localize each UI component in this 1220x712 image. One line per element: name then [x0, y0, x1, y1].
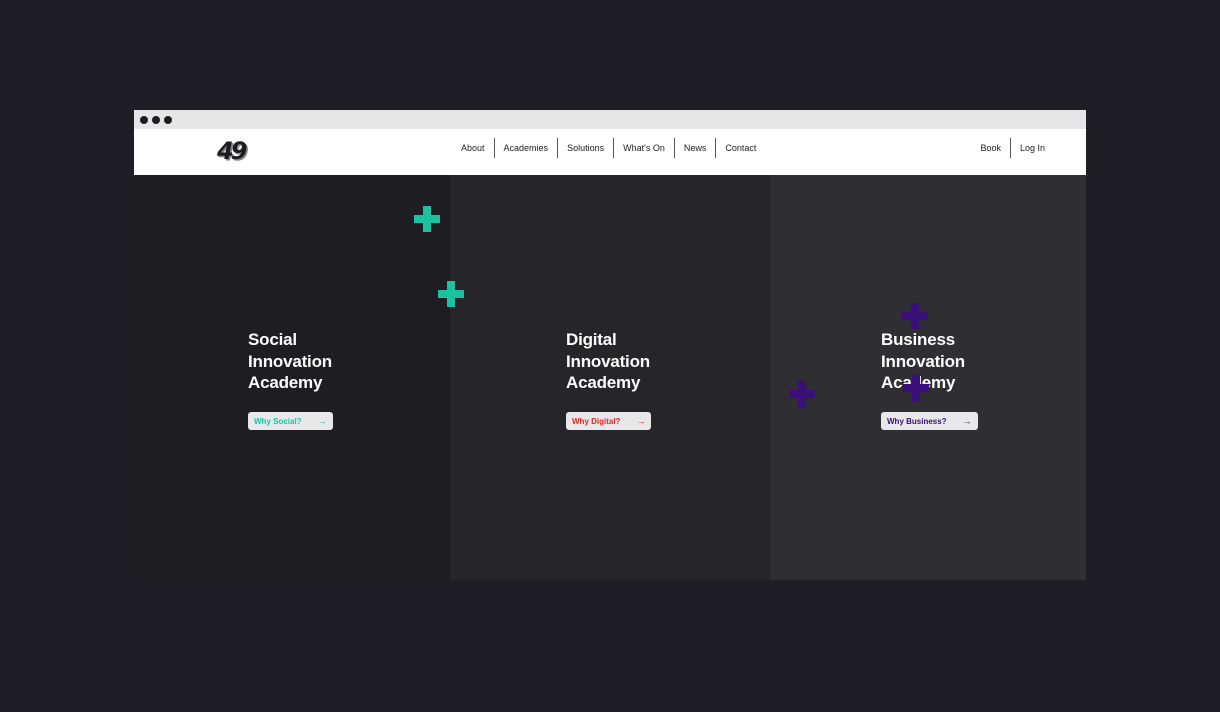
- title-line: Digital: [566, 330, 617, 349]
- title-line: Social: [248, 330, 297, 349]
- panel-title: Social Innovation Academy: [248, 329, 332, 394]
- plus-icon: [902, 303, 928, 329]
- digital-academy-panel[interactable]: Digital Innovation Academy Why Digital? …: [450, 175, 770, 580]
- why-social-button[interactable]: Why Social? →: [248, 412, 333, 430]
- social-academy-panel[interactable]: Social Innovation Academy Why Social? →: [134, 175, 450, 580]
- cta-label: Why Social?: [254, 416, 302, 426]
- close-dot-icon[interactable]: [140, 116, 148, 124]
- nav-link-news[interactable]: News: [675, 137, 716, 159]
- book-link[interactable]: Book: [971, 137, 1010, 159]
- site-logo[interactable]: 49: [217, 138, 247, 164]
- nav-link-academies[interactable]: Academies: [495, 137, 558, 159]
- account-nav: Book Log In: [971, 137, 1054, 159]
- title-line: Innovation: [566, 351, 650, 371]
- maximize-dot-icon[interactable]: [164, 116, 172, 124]
- title-line: Innovation: [248, 351, 332, 371]
- plus-icon: [438, 281, 464, 307]
- nav-link-solutions[interactable]: Solutions: [558, 137, 613, 159]
- main-nav: About Academies Solutions What's On News…: [452, 137, 765, 159]
- plus-icon: [903, 375, 929, 401]
- plus-icon: [789, 381, 815, 407]
- plus-icon: [414, 206, 440, 232]
- title-line: Academy: [248, 373, 323, 392]
- why-digital-button[interactable]: Why Digital? →: [566, 412, 652, 430]
- title-line: Business: [881, 330, 955, 349]
- window-titlebar: [134, 110, 1086, 129]
- nav-link-contact[interactable]: Contact: [716, 137, 765, 159]
- minimize-dot-icon[interactable]: [152, 116, 160, 124]
- why-business-button[interactable]: Why Business? →: [881, 412, 978, 430]
- nav-link-about[interactable]: About: [452, 137, 494, 159]
- arrow-right-icon: →: [636, 416, 646, 426]
- browser-window: 49 About Academies Solutions What's On N…: [134, 110, 1086, 580]
- title-line: Academy: [566, 373, 641, 392]
- arrow-right-icon: →: [962, 416, 972, 426]
- login-link[interactable]: Log In: [1011, 137, 1054, 159]
- panel-title: Digital Innovation Academy: [566, 329, 650, 394]
- arrow-right-icon: →: [317, 416, 327, 426]
- title-line: Innovation: [881, 351, 965, 371]
- cta-label: Why Business?: [887, 416, 947, 426]
- cta-label: Why Digital?: [572, 416, 621, 426]
- site-header: 49 About Academies Solutions What's On N…: [134, 129, 1086, 175]
- nav-link-whats-on[interactable]: What's On: [614, 137, 674, 159]
